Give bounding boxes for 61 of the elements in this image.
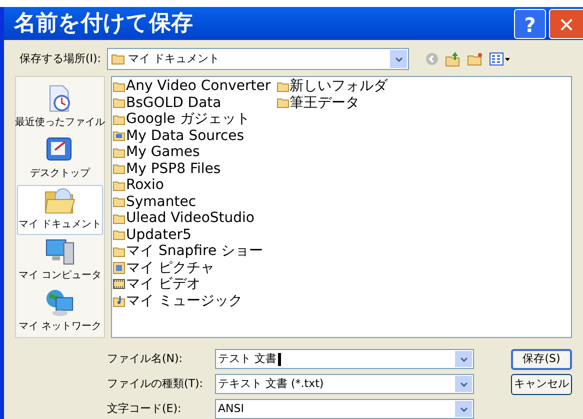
open-folder-icon xyxy=(43,186,77,215)
folder-icon xyxy=(113,212,125,224)
folder-icon xyxy=(113,163,125,174)
file-item[interactable]: マイ Snapfire ショー xyxy=(113,243,271,260)
file-item[interactable]: Google ガジェット xyxy=(113,111,271,128)
file-item[interactable]: マイ ミュージック xyxy=(113,292,271,309)
data-folder-icon xyxy=(113,130,125,142)
window-title: 名前を付けて保存 xyxy=(14,10,194,38)
location-label: 保存する場所(I): xyxy=(18,50,101,67)
file-item[interactable]: Updater5 xyxy=(113,226,271,243)
computer-icon xyxy=(44,237,76,266)
folder-icon xyxy=(113,246,125,257)
file-item[interactable]: Any Video Converter xyxy=(113,78,271,94)
places-item[interactable]: マイ ドキュメント xyxy=(17,185,103,235)
folder-icon xyxy=(111,53,125,65)
new-folder-icon[interactable] xyxy=(467,52,483,66)
file-item[interactable]: My Data Sources xyxy=(113,128,271,144)
dropdown-field[interactable]: ANSI xyxy=(215,399,474,419)
file-item[interactable]: 新しいフォルダ xyxy=(276,78,388,94)
places-item[interactable]: マイ コンピュータ xyxy=(17,236,103,286)
help-button[interactable]: ? xyxy=(514,8,546,38)
field-label: ファイルの種類(T): xyxy=(107,376,204,392)
view-menu-icon[interactable] xyxy=(489,52,511,66)
save-button[interactable]: 保存(S) xyxy=(511,348,572,370)
field-label: ファイル名(N): xyxy=(107,350,184,367)
file-item[interactable]: My PSP8 Files xyxy=(113,160,271,177)
folder-icon xyxy=(276,97,289,108)
folder-icon xyxy=(276,80,289,92)
field-label: 文字コード(E): xyxy=(107,400,182,417)
file-item[interactable]: Ulead VideoStudio xyxy=(113,210,271,226)
field-value: テスト 文書 xyxy=(218,350,280,368)
dropdown-field[interactable]: テキスト 文書 (*.txt) xyxy=(215,374,474,394)
location-dropdown[interactable]: マイ ドキュメント xyxy=(107,48,409,70)
film-folder-icon xyxy=(113,278,125,290)
field-value: ANSI xyxy=(218,400,244,417)
folder-icon xyxy=(113,97,125,108)
cancel-button[interactable]: キャンセル xyxy=(511,374,572,394)
file-item[interactable]: Roxio xyxy=(113,177,271,194)
folder-icon xyxy=(113,180,125,191)
location-value: マイ ドキュメント xyxy=(128,50,220,67)
up-folder-icon[interactable] xyxy=(445,51,461,67)
folder-icon xyxy=(113,146,125,158)
file-item[interactable]: マイ ビデオ xyxy=(113,276,271,292)
folder-icon xyxy=(113,80,125,92)
places-item[interactable]: デスクトップ xyxy=(17,134,103,184)
field-value: テキスト 文書 (*.txt) xyxy=(218,376,324,392)
places-item[interactable]: 最近使ったファイル xyxy=(17,83,103,133)
folder-icon xyxy=(113,114,125,125)
dropdown-field[interactable]: テスト 文書 xyxy=(215,349,474,369)
pictures-folder-icon xyxy=(113,262,125,274)
places-item[interactable]: マイ ネットワーク xyxy=(17,287,103,337)
file-item[interactable]: マイ ピクチャ xyxy=(113,260,271,276)
music-folder-icon xyxy=(113,294,125,307)
file-item[interactable]: BsGOLD Data xyxy=(113,94,271,111)
network-computer-icon xyxy=(44,288,76,317)
close-button[interactable]: ✕ xyxy=(549,8,583,38)
file-item[interactable]: 筆王データ xyxy=(276,94,388,111)
file-item[interactable]: Symantec xyxy=(113,194,271,210)
folder-icon xyxy=(113,196,125,208)
folder-icon xyxy=(113,229,125,240)
file-item[interactable]: My Games xyxy=(113,144,271,160)
